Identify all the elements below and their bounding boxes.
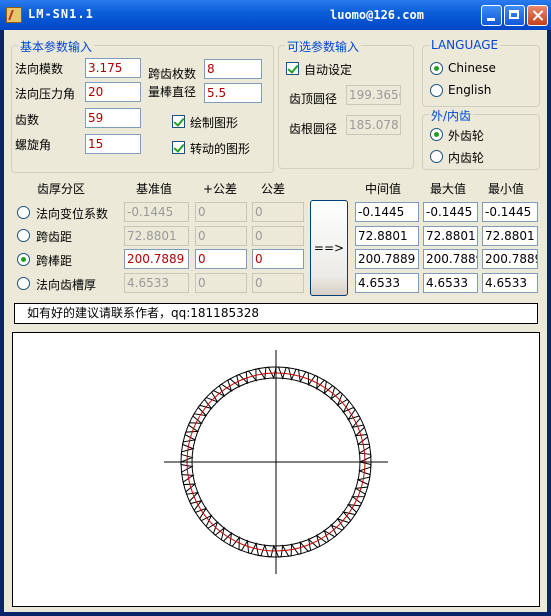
min-value-span[interactable]: 72.8801 bbox=[482, 226, 538, 246]
row-radio-span[interactable] bbox=[17, 229, 30, 242]
rotate-graph-checkbox[interactable] bbox=[172, 141, 185, 154]
tol-span[interactable]: 0 bbox=[252, 226, 304, 246]
root-circle-input[interactable]: 185.07814 bbox=[346, 115, 401, 135]
external-gear-label[interactable]: 外齿轮 bbox=[448, 127, 484, 144]
language-group: LANGUAGE Chinese English bbox=[422, 38, 540, 107]
draw-graph-label[interactable]: 绘制图形 bbox=[190, 114, 238, 131]
window-title: LM-SN1.1 bbox=[28, 7, 94, 21]
language-english-label[interactable]: English bbox=[448, 83, 491, 97]
pin-diameter-input[interactable]: 5.5 bbox=[204, 83, 262, 103]
gear-type-legend: 外/内齿 bbox=[429, 107, 474, 124]
rotate-graph-label[interactable]: 转动的图形 bbox=[190, 140, 250, 157]
app-window: LM-SN1.1 luomo@126.com 基本参数输入 法向模数 3.175… bbox=[0, 0, 551, 616]
gear-type-group: 外/内齿 外齿轮 内齿轮 bbox=[422, 107, 540, 170]
plus-tol-normal-shift[interactable]: 0 bbox=[195, 202, 247, 222]
teeth-label: 齿数 bbox=[15, 113, 40, 127]
optional-params-group: 可选参数输入 自动设定 齿顶圆径 199.36564 齿根圆径 185.0781… bbox=[278, 38, 414, 169]
header-tol: 公差 bbox=[261, 182, 286, 196]
row-label-span[interactable]: 跨齿距 bbox=[36, 228, 72, 245]
min-value-slot-thickness[interactable]: 4.6533 bbox=[482, 273, 538, 293]
mid-value-span[interactable]: 72.8801 bbox=[355, 226, 419, 246]
mid-value-over-pins[interactable]: 200.7889 bbox=[355, 249, 419, 269]
app-icon[interactable] bbox=[6, 7, 22, 23]
base-value-over-pins[interactable]: 200.7889 bbox=[124, 249, 189, 269]
tol-normal-shift[interactable]: 0 bbox=[252, 202, 304, 222]
external-gear-radio[interactable] bbox=[430, 128, 443, 141]
language-english-radio[interactable] bbox=[430, 84, 443, 97]
calculate-button[interactable]: ==> bbox=[310, 200, 348, 296]
plus-tol-slot-thickness[interactable]: 0 bbox=[195, 273, 247, 293]
helix-angle-label: 螺旋角 bbox=[15, 138, 52, 152]
pressure-angle-label: 法向压力角 bbox=[15, 87, 76, 101]
minimize-button[interactable] bbox=[481, 5, 502, 26]
tip-circle-input[interactable]: 199.36564 bbox=[346, 85, 401, 105]
normal-module-label: 法向模数 bbox=[15, 62, 64, 76]
min-value-over-pins[interactable]: 200.7889 bbox=[482, 249, 538, 269]
pressure-angle-input[interactable]: 20 bbox=[85, 82, 141, 102]
draw-graph-checkbox[interactable] bbox=[172, 115, 185, 128]
mid-value-normal-shift[interactable]: -0.1445 bbox=[355, 202, 419, 222]
plus-tol-span[interactable]: 0 bbox=[195, 226, 247, 246]
root-circle-label: 齿根圆径 bbox=[289, 122, 338, 136]
status-message: 如有好的建议请联系作者，qq:181185328 bbox=[14, 303, 538, 324]
header-base: 基准值 bbox=[136, 182, 173, 196]
base-value-normal-shift[interactable]: -0.1445 bbox=[124, 202, 189, 222]
tol-slot-thickness[interactable]: 0 bbox=[252, 273, 304, 293]
tip-circle-label: 齿顶圆径 bbox=[289, 92, 338, 106]
base-value-slot-thickness[interactable]: 4.6533 bbox=[124, 273, 189, 293]
header-min: 最小值 bbox=[488, 182, 525, 196]
internal-gear-label[interactable]: 内齿轮 bbox=[448, 149, 484, 166]
min-value-normal-shift[interactable]: -0.1445 bbox=[482, 202, 538, 222]
language-chinese-label[interactable]: Chinese bbox=[448, 61, 496, 75]
row-radio-over-pins[interactable] bbox=[17, 253, 30, 266]
row-label-slot-thickness[interactable]: 法向齿槽厚 bbox=[36, 276, 96, 293]
title-bar[interactable]: LM-SN1.1 luomo@126.com bbox=[0, 0, 551, 30]
basic-params-legend: 基本参数输入 bbox=[18, 38, 95, 55]
mid-value-slot-thickness[interactable]: 4.6533 bbox=[355, 273, 419, 293]
row-label-normal-shift[interactable]: 法向变位系数 bbox=[36, 205, 108, 222]
span-teeth-label: 跨齿枚数 bbox=[148, 67, 197, 81]
max-value-normal-shift[interactable]: -0.1445 bbox=[423, 202, 478, 222]
maximize-button[interactable] bbox=[504, 5, 525, 26]
max-value-span[interactable]: 72.8801 bbox=[423, 226, 478, 246]
client-area: 基本参数输入 法向模数 3.175 法向压力角 20 齿数 59 螺旋角 15 … bbox=[4, 30, 547, 612]
max-value-slot-thickness[interactable]: 4.6533 bbox=[423, 273, 478, 293]
teeth-input[interactable]: 59 bbox=[85, 108, 141, 128]
row-radio-normal-shift[interactable] bbox=[17, 206, 30, 219]
gear-drawing bbox=[164, 350, 388, 574]
normal-module-input[interactable]: 3.175 bbox=[85, 58, 141, 78]
basic-params-group: 基本参数输入 法向模数 3.175 法向压力角 20 齿数 59 螺旋角 15 … bbox=[11, 38, 274, 173]
tol-over-pins[interactable]: 0 bbox=[252, 249, 304, 269]
gear-drawing-canvas bbox=[12, 332, 540, 607]
plus-tol-over-pins[interactable]: 0 bbox=[195, 249, 247, 269]
internal-gear-radio[interactable] bbox=[430, 150, 443, 163]
close-button[interactable] bbox=[527, 5, 548, 26]
header-zone: 齿厚分区 bbox=[37, 182, 86, 196]
language-legend: LANGUAGE bbox=[429, 38, 501, 52]
auto-set-checkbox[interactable] bbox=[286, 62, 299, 75]
row-label-over-pins[interactable]: 跨棒距 bbox=[36, 252, 72, 269]
pin-diameter-label: 量棒直径 bbox=[148, 85, 197, 99]
helix-angle-input[interactable]: 15 bbox=[85, 134, 141, 154]
max-value-over-pins[interactable]: 200.7889 bbox=[423, 249, 478, 269]
optional-params-legend: 可选参数输入 bbox=[285, 38, 362, 55]
header-plus-tol: +公差 bbox=[203, 182, 238, 196]
auto-set-label[interactable]: 自动设定 bbox=[304, 61, 352, 78]
header-max: 最大值 bbox=[430, 182, 467, 196]
span-teeth-input[interactable]: 8 bbox=[204, 59, 262, 79]
base-value-span[interactable]: 72.8801 bbox=[124, 226, 189, 246]
author-email: luomo@126.com bbox=[330, 8, 424, 22]
language-chinese-radio[interactable] bbox=[430, 62, 443, 75]
header-mid: 中间值 bbox=[365, 182, 402, 196]
row-radio-slot-thickness[interactable] bbox=[17, 277, 30, 290]
